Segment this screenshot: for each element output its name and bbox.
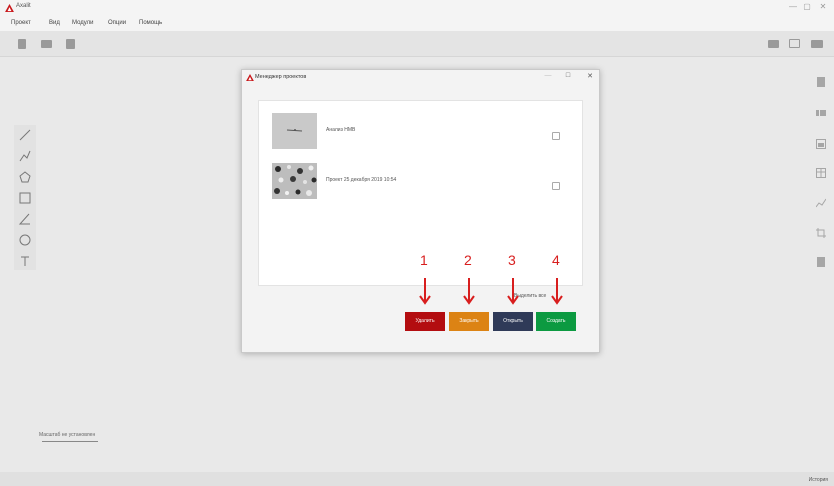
close-dialog-button[interactable]: Закрыть <box>449 312 489 331</box>
project-row[interactable]: Анализ НМВ <box>272 113 572 149</box>
camera-icon[interactable] <box>768 40 779 48</box>
menu-item-project[interactable]: Проект <box>11 20 31 26</box>
text-tool-icon[interactable] <box>18 254 32 268</box>
dialog-title-bar: Менеджер проектов — □ ✕ <box>242 70 599 86</box>
app-logo-icon <box>246 74 254 81</box>
dialog-maximize-button[interactable]: □ <box>562 72 574 79</box>
copy-icon[interactable] <box>66 39 75 49</box>
drawing-tools-panel <box>14 125 36 270</box>
minimize-button[interactable]: — <box>786 2 800 11</box>
annotation-number: 2 <box>464 252 472 268</box>
new-file-icon[interactable] <box>18 39 26 49</box>
crop-icon[interactable] <box>816 228 826 238</box>
scale-label: Масштаб не установлен <box>39 432 96 438</box>
open-button[interactable]: Открыть <box>493 312 533 331</box>
video-icon[interactable] <box>811 40 823 48</box>
scale-bar <box>42 441 98 442</box>
delete-button[interactable]: Удалить <box>405 312 445 331</box>
history-label[interactable]: История <box>809 477 828 483</box>
project-thumbnail <box>272 113 317 149</box>
chart-icon[interactable] <box>816 198 826 208</box>
menu-item-options[interactable]: Опции <box>108 20 126 26</box>
table-icon[interactable] <box>816 168 826 178</box>
panel-3-icon[interactable] <box>816 139 826 149</box>
image-icon[interactable] <box>789 39 800 48</box>
dialog-minimize-button[interactable]: — <box>542 72 554 79</box>
annotation-number: 3 <box>508 252 516 268</box>
menu-bar: Проект Вид Модули Опции Помощь <box>0 16 834 31</box>
rectangle-tool-icon[interactable] <box>18 191 32 205</box>
app-title: Axalit <box>16 3 31 9</box>
report-icon[interactable] <box>816 257 826 267</box>
project-thumbnail <box>272 163 317 199</box>
annotation-arrow-icon <box>419 278 431 305</box>
project-name: Анализ НМВ <box>326 127 356 133</box>
title-bar: Axalit — ▢ ✕ <box>0 0 834 16</box>
panel-1-icon[interactable] <box>816 77 826 87</box>
project-row[interactable]: Проект 25 декабря 2019 10:54 <box>272 163 572 199</box>
project-manager-dialog: Менеджер проектов — □ ✕ Анализ НМВ Проек… <box>241 69 600 353</box>
close-button[interactable]: ✕ <box>816 2 830 11</box>
app-logo-icon <box>5 4 14 12</box>
annotation-arrow-icon <box>507 278 519 305</box>
project-checkbox[interactable] <box>552 182 560 190</box>
menu-item-help[interactable]: Помощь <box>139 20 162 26</box>
menu-item-view[interactable]: Вид <box>49 20 60 26</box>
panel-2-icon[interactable] <box>816 108 826 118</box>
status-bar: История <box>0 472 834 486</box>
annotation-arrow-icon <box>463 278 475 305</box>
project-checkbox[interactable] <box>552 132 560 140</box>
create-button[interactable]: Создать <box>536 312 576 331</box>
annotation-number: 4 <box>552 252 560 268</box>
toolbar <box>0 31 834 57</box>
maximize-button[interactable]: ▢ <box>800 2 814 11</box>
annotation-arrow-icon <box>551 278 563 305</box>
annotation-number: 1 <box>420 252 428 268</box>
line-tool-icon[interactable] <box>18 128 32 142</box>
open-folder-icon[interactable] <box>41 40 52 48</box>
circle-tool-icon[interactable] <box>18 233 32 247</box>
menu-item-modules[interactable]: Модули <box>72 20 94 26</box>
polygon-tool-icon[interactable] <box>18 170 32 184</box>
dialog-title: Менеджер проектов <box>255 74 307 80</box>
polyline-tool-icon[interactable] <box>18 149 32 163</box>
project-name: Проект 25 декабря 2019 10:54 <box>326 177 397 183</box>
dialog-close-button[interactable]: ✕ <box>584 72 596 80</box>
angle-tool-icon[interactable] <box>18 212 32 226</box>
